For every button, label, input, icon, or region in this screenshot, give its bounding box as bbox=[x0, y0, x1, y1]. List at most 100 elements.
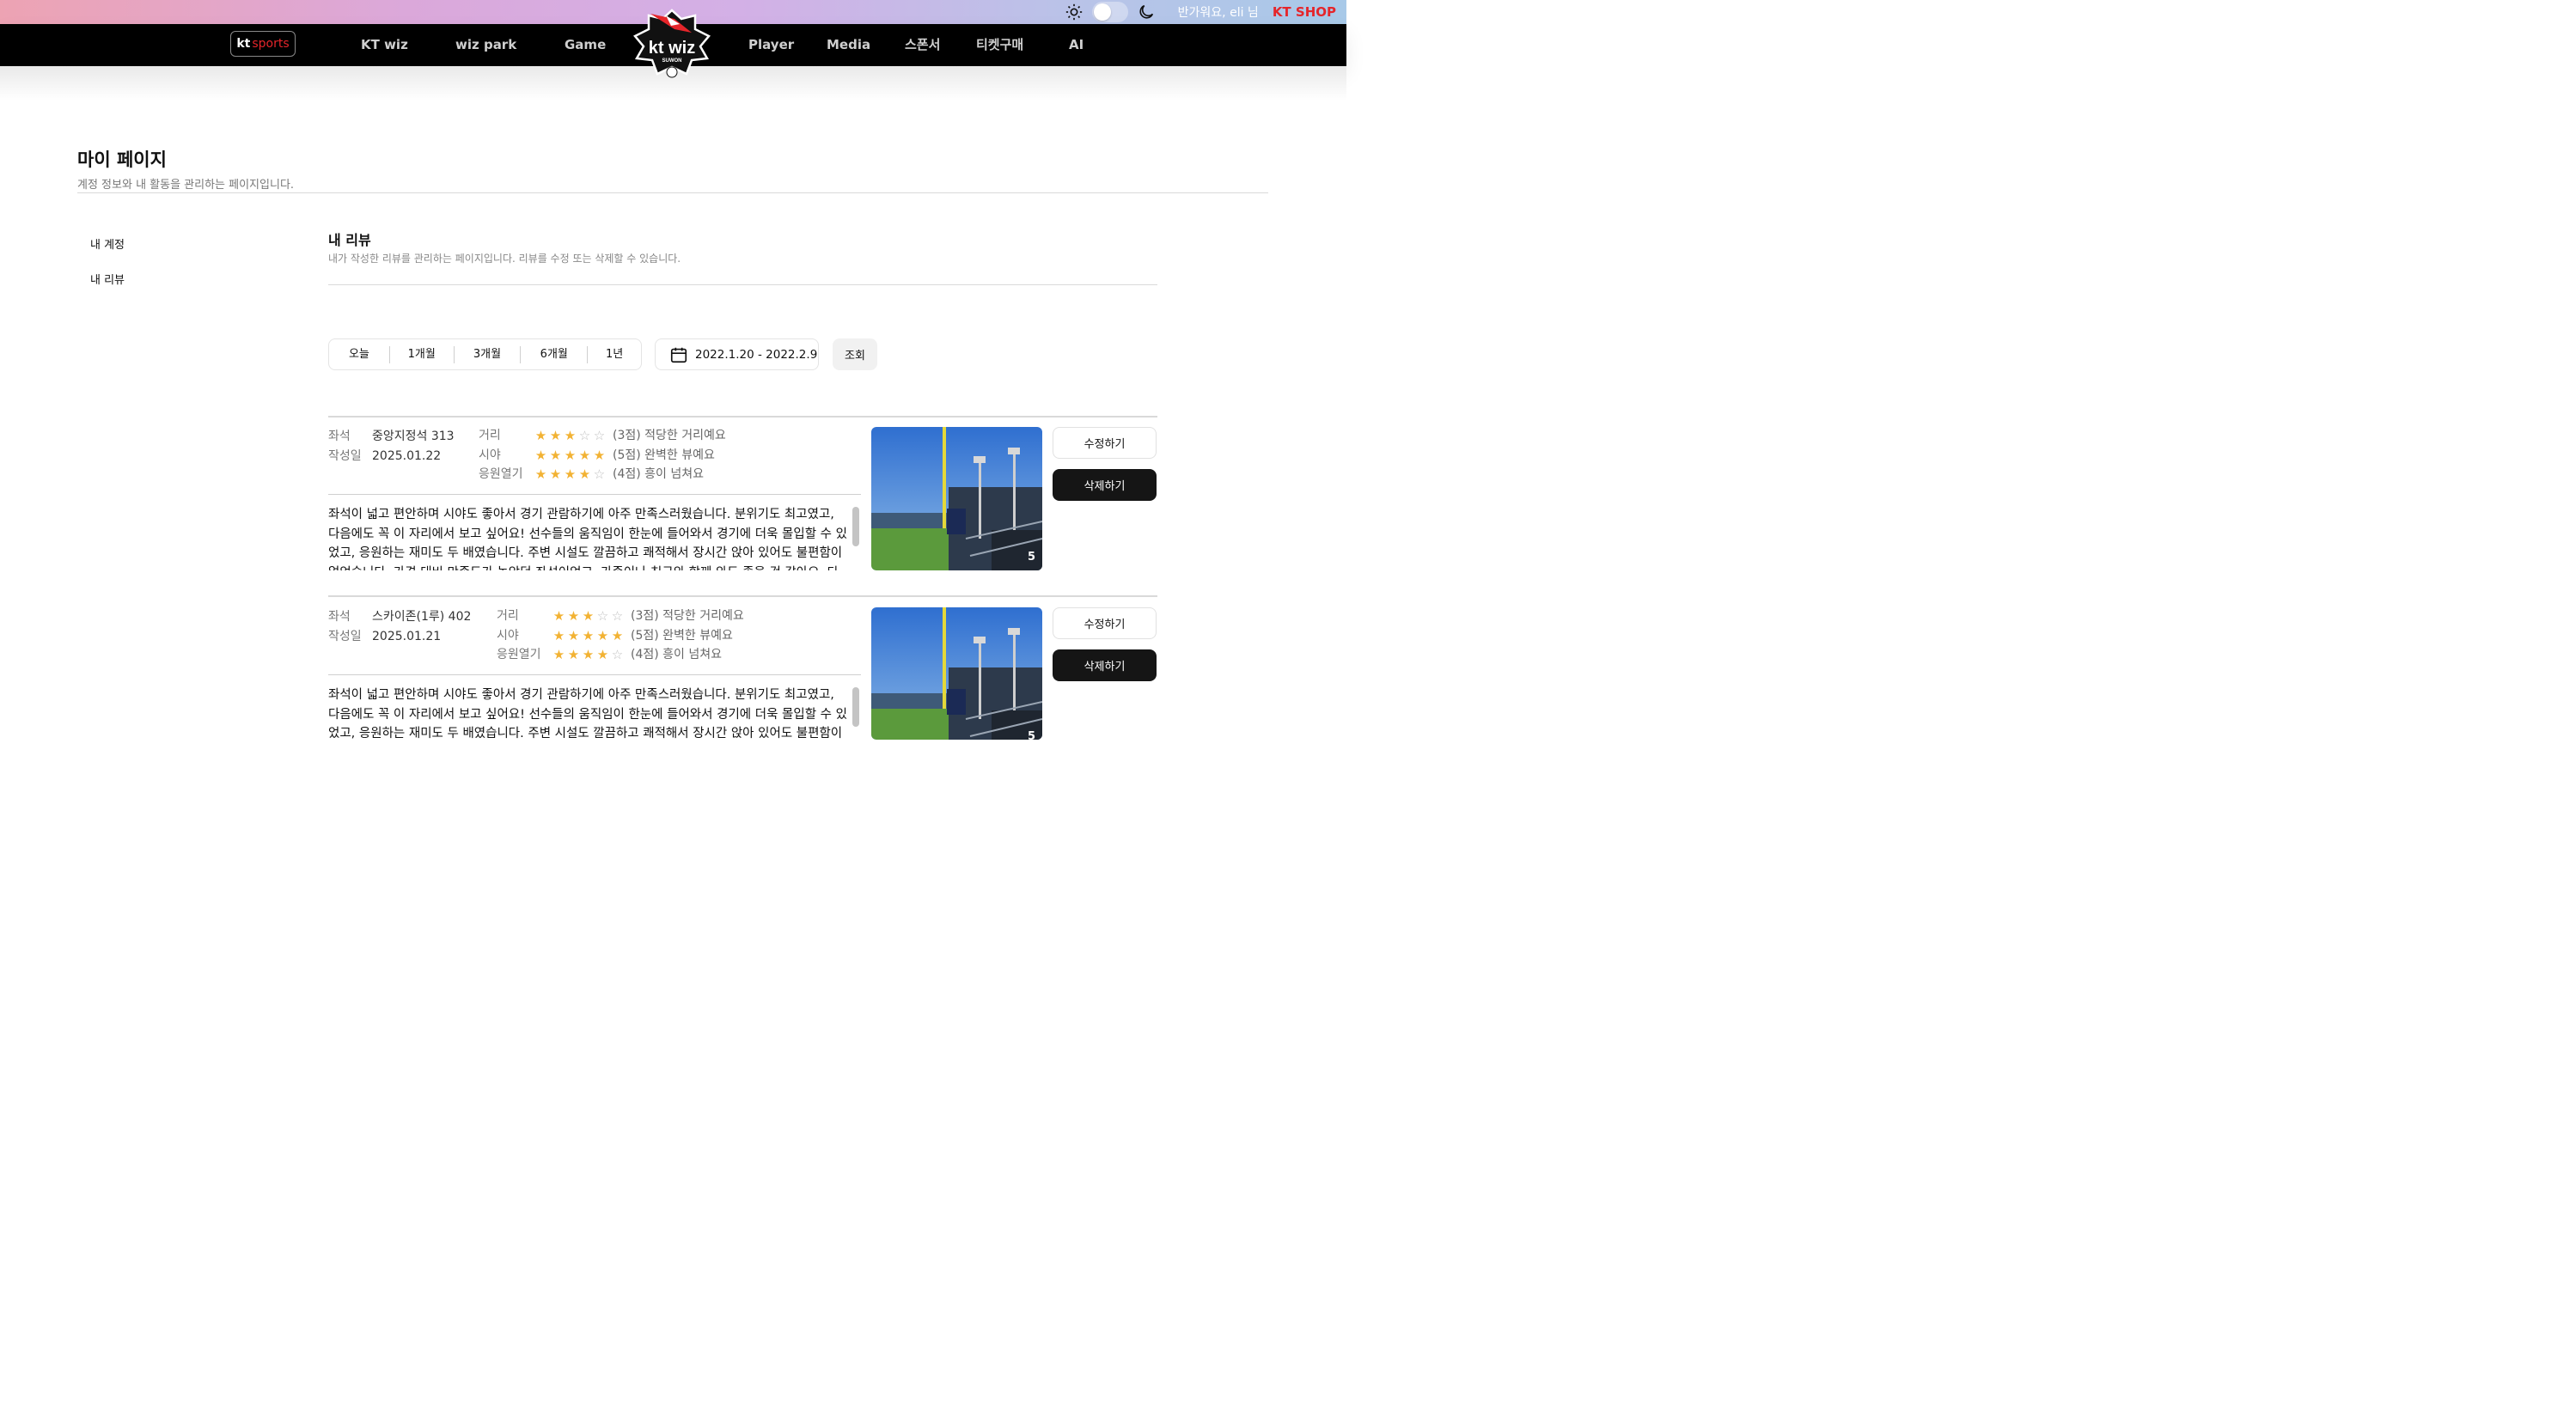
star-filled-icon: ★ bbox=[596, 627, 609, 643]
photo-count: 5 bbox=[1027, 730, 1035, 740]
star-empty-icon: ☆ bbox=[596, 608, 609, 624]
stadium-photo-image bbox=[871, 427, 1042, 570]
star-filled-icon: ★ bbox=[578, 447, 591, 463]
view-text: (5점) 완벽한 뷰예요 bbox=[631, 628, 733, 643]
distance-label: 거리 bbox=[479, 429, 501, 442]
section-divider bbox=[328, 284, 1157, 285]
star-filled-icon: ★ bbox=[549, 466, 562, 482]
distance-stars: ★ ★ ★ ☆ ☆ bbox=[534, 426, 611, 446]
review-body-scroll[interactable]: 좌석이 넓고 편안하며 시야도 좋아서 경기 관람하기에 아주 만족스러웠습니다… bbox=[328, 505, 848, 570]
star-filled-icon: ★ bbox=[552, 608, 565, 624]
star-filled-icon: ★ bbox=[567, 608, 580, 624]
review-item: 좌석 중앙지정석 313 작성일 2025.01.22 거리 ★ ★ ★ ☆ ☆ (3점) 적당… bbox=[328, 417, 1157, 589]
seat-value: 중앙지정석 313 bbox=[372, 430, 455, 443]
star-filled-icon: ★ bbox=[549, 428, 562, 443]
review-body: 좌석이 넓고 편안하며 시야도 좋아서 경기 관람하기에 아주 만족스러웠습니다… bbox=[328, 688, 847, 740]
star-filled-icon: ★ bbox=[552, 647, 565, 662]
theme-toggle[interactable] bbox=[1091, 2, 1128, 22]
cheer-label: 응원열기 bbox=[497, 648, 541, 661]
stadium-photo-image bbox=[871, 607, 1042, 740]
brand-sports-text: sports bbox=[252, 37, 290, 51]
period-3-months[interactable]: 3개월 bbox=[455, 338, 521, 370]
brand-kt-text: kt bbox=[236, 37, 251, 51]
review-ratings: 거리 ★ ★ ★ ☆ ☆ (3점) 적당한 거리예요 시야 ★ ★ ★ ★ ★ (5점) 완벽한 뷰예요… bbox=[479, 426, 726, 485]
star-filled-icon: ★ bbox=[549, 447, 562, 463]
nav-sponsor[interactable]: 스폰서 bbox=[905, 24, 940, 66]
nav-game[interactable]: Game bbox=[565, 24, 606, 66]
page-subtitle: 계정 정보와 내 활동을 관리하는 페이지입니다. bbox=[77, 179, 295, 192]
review-item: 좌석 스카이존(1루) 402 작성일 2025.01.21 거리 ★ ★ ★ ☆ ☆ (3점)… bbox=[328, 598, 1157, 740]
scrollbar-thumb[interactable] bbox=[852, 507, 859, 546]
cheer-text: (4점) 흥이 넘쳐요 bbox=[613, 467, 705, 481]
star-filled-icon: ★ bbox=[567, 647, 580, 662]
period-today[interactable]: 오늘 bbox=[329, 338, 389, 370]
date-label: 작성일 bbox=[328, 630, 362, 643]
distance-stars: ★ ★ ★ ☆ ☆ bbox=[552, 606, 629, 626]
cheer-stars: ★ ★ ★ ★ ☆ bbox=[534, 465, 611, 485]
period-6-months[interactable]: 6개월 bbox=[521, 338, 587, 370]
star-filled-icon: ★ bbox=[582, 627, 595, 643]
date-range-picker[interactable]: 2022.1.20 - 2022.2.9 bbox=[655, 338, 819, 370]
sidebar-item-account[interactable]: 내 계정 bbox=[90, 235, 125, 252]
section-subtitle: 내가 작성한 리뷰를 관리하는 페이지입니다. 리뷰를 수정 또는 삭제할 수 … bbox=[328, 253, 681, 265]
cheer-stars: ★ ★ ★ ★ ☆ bbox=[552, 645, 629, 665]
delete-button[interactable]: 삭제하기 bbox=[1053, 649, 1157, 681]
section-title: 내 리뷰 bbox=[328, 232, 371, 248]
star-filled-icon: ★ bbox=[567, 627, 580, 643]
nav-kt-wiz[interactable]: KT wiz bbox=[361, 24, 408, 66]
search-button[interactable]: 조회 bbox=[833, 338, 877, 370]
review-body-scroll[interactable]: 좌석이 넓고 편안하며 시야도 좋아서 경기 관람하기에 아주 만족스러웠습니다… bbox=[328, 686, 848, 740]
greeting-text[interactable]: 반가워요, eli 님 bbox=[1178, 3, 1259, 21]
sidebar-item-reviews[interactable]: 내 리뷰 bbox=[90, 271, 125, 287]
seat-label: 좌석 bbox=[328, 430, 351, 443]
star-filled-icon: ★ bbox=[564, 447, 577, 463]
star-empty-icon: ☆ bbox=[611, 647, 624, 662]
scrollbar-thumb[interactable] bbox=[852, 687, 859, 727]
date-label: 작성일 bbox=[328, 449, 362, 463]
utility-group: 반가워요, eli 님 KT SHOP bbox=[1065, 0, 1336, 24]
star-filled-icon: ★ bbox=[582, 647, 595, 662]
period-1-month[interactable]: 1개월 bbox=[390, 338, 454, 370]
delete-button[interactable]: 삭제하기 bbox=[1053, 469, 1157, 501]
nav-player[interactable]: Player bbox=[748, 24, 794, 66]
star-empty-icon: ☆ bbox=[593, 466, 606, 482]
review-divider bbox=[328, 674, 861, 675]
nav-wiz-park[interactable]: wiz park bbox=[455, 24, 516, 66]
review-divider bbox=[328, 494, 861, 495]
kt-sports-logo[interactable]: kt sports bbox=[230, 31, 296, 57]
moon-icon[interactable] bbox=[1137, 3, 1156, 21]
star-filled-icon: ★ bbox=[564, 466, 577, 482]
review-meta: 좌석 스카이존(1루) 402 작성일 2025.01.21 bbox=[328, 607, 471, 647]
star-filled-icon: ★ bbox=[578, 466, 591, 482]
cheer-text: (4점) 흥이 넘쳐요 bbox=[631, 648, 723, 661]
star-empty-icon: ☆ bbox=[593, 428, 606, 443]
review-ratings: 거리 ★ ★ ★ ☆ ☆ (3점) 적당한 거리예요 시야 ★ ★ ★ ★ ★ (5점) 완벽한 뷰예요… bbox=[497, 606, 744, 665]
nav-ticket[interactable]: 티켓구매 bbox=[976, 24, 1023, 66]
view-text: (5점) 완벽한 뷰예요 bbox=[613, 448, 715, 462]
period-1-year[interactable]: 1년 bbox=[588, 338, 641, 370]
view-label: 시야 bbox=[479, 448, 501, 462]
distance-text: (3점) 적당한 거리예요 bbox=[631, 609, 744, 623]
date-value: 2025.01.21 bbox=[372, 630, 442, 643]
edit-button[interactable]: 수정하기 bbox=[1053, 607, 1157, 639]
logo-subtext: SUWON bbox=[662, 58, 682, 64]
seat-value: 스카이존(1루) 402 bbox=[372, 610, 472, 624]
calendar-icon bbox=[670, 347, 687, 363]
nav-ai[interactable]: AI bbox=[1069, 24, 1084, 66]
date-value: 2025.01.22 bbox=[372, 449, 442, 463]
logo-text: kt wiz bbox=[649, 39, 695, 58]
kt-wiz-logo[interactable]: kt wiz SUWON bbox=[632, 7, 713, 81]
kt-shop-link[interactable]: KT SHOP bbox=[1273, 4, 1336, 20]
edit-button[interactable]: 수정하기 bbox=[1053, 427, 1157, 459]
review-photo[interactable]: 5 bbox=[871, 427, 1042, 570]
cheer-label: 응원열기 bbox=[479, 467, 523, 481]
star-filled-icon: ★ bbox=[534, 447, 547, 463]
page-title: 마이 페이지 bbox=[77, 149, 167, 170]
review-photo[interactable]: 5 bbox=[871, 607, 1042, 740]
star-filled-icon: ★ bbox=[552, 627, 565, 643]
period-filter: 오늘 1개월 3개월 6개월 1년 bbox=[328, 338, 642, 370]
sun-icon[interactable] bbox=[1065, 3, 1084, 21]
nav-media[interactable]: Media bbox=[827, 24, 870, 66]
view-stars: ★ ★ ★ ★ ★ bbox=[552, 626, 629, 646]
photo-count: 5 bbox=[1027, 551, 1035, 564]
